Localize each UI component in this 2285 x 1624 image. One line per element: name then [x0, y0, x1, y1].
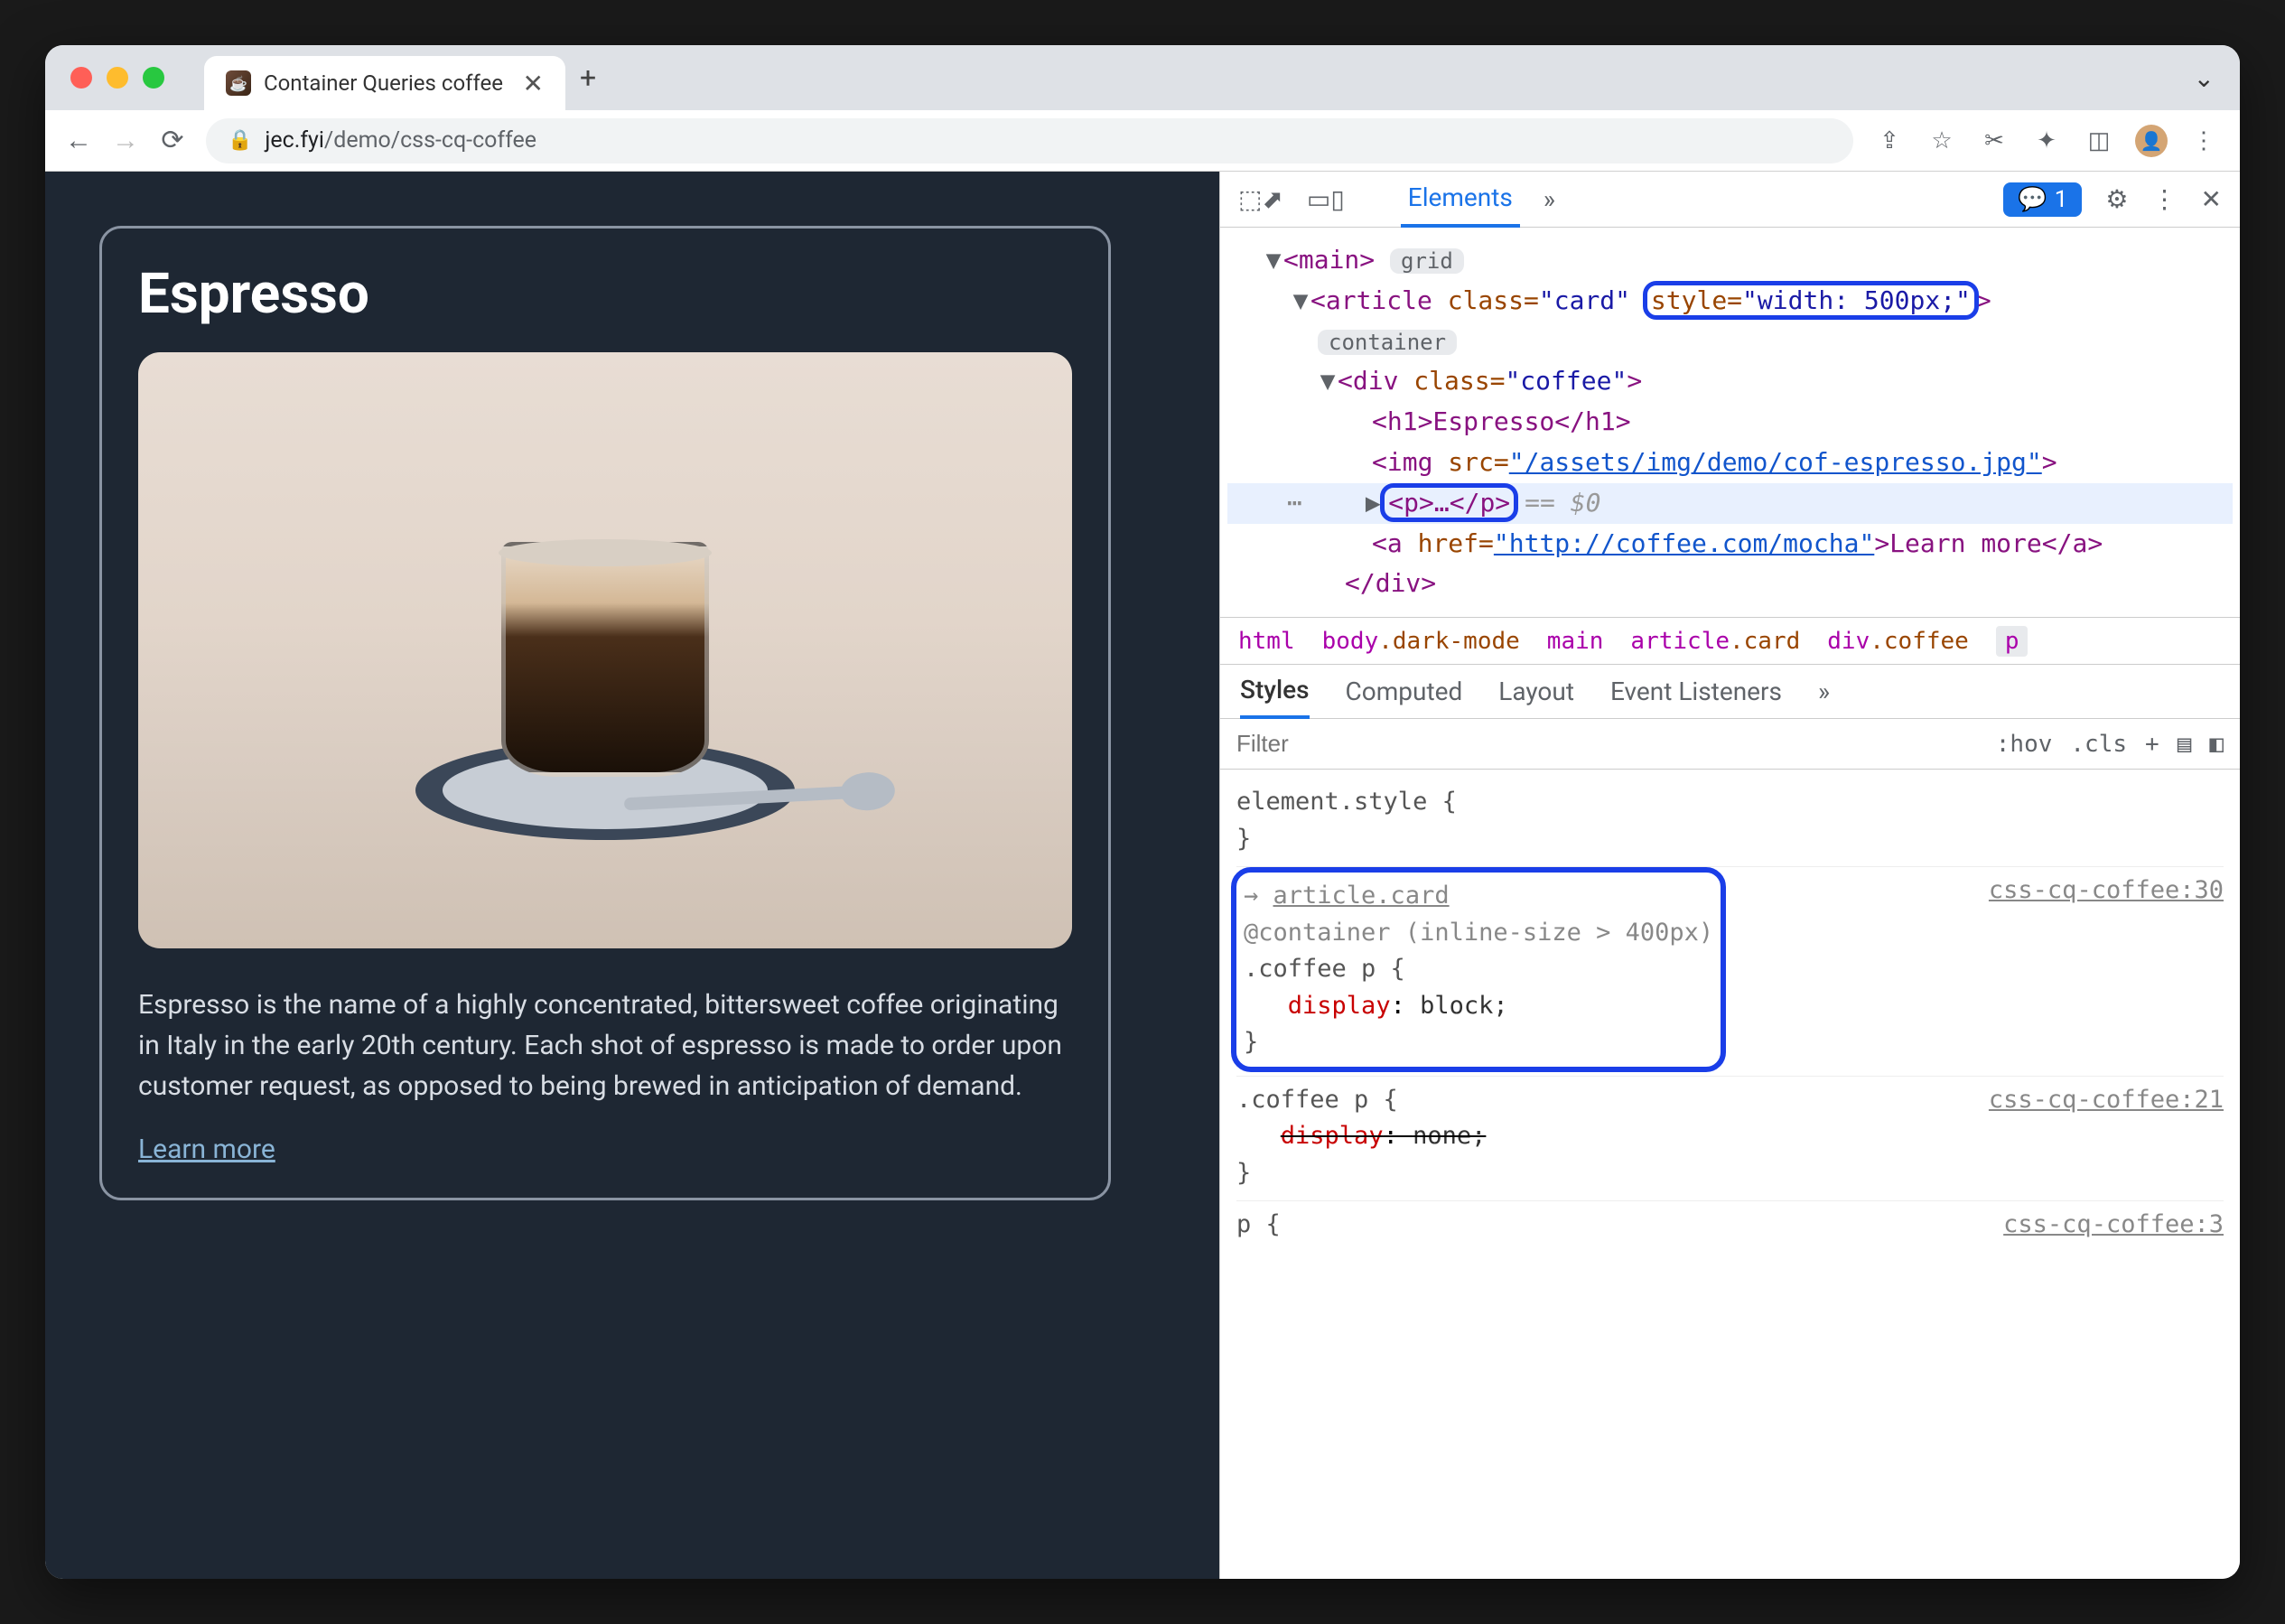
dom-div-close[interactable]: </div> [1345, 568, 1436, 598]
tab-elements[interactable]: Elements [1401, 172, 1520, 228]
rule-coffee-p[interactable]: css-cq-coffee:21 .coffee p { display: no… [1236, 1077, 2224, 1202]
dollar-zero-indicator: == $0 [1525, 488, 1600, 518]
tab-layout[interactable]: Layout [1498, 677, 1574, 706]
new-tab-button[interactable]: + [580, 61, 596, 95]
favicon-icon: ☕ [226, 70, 251, 96]
tab-styles[interactable]: Styles [1240, 665, 1310, 719]
grid-badge[interactable]: grid [1390, 248, 1464, 274]
rule-p[interactable]: css-cq-coffee:3 p { [1236, 1201, 2224, 1253]
close-window-button[interactable] [70, 67, 92, 89]
dom-selected-p[interactable]: ⋯ ▶<p>…</p>== $0 [1227, 483, 2233, 524]
titlebar: ☕ Container Queries coffee ✕ + ⌄ [45, 45, 2240, 110]
toggle-sidebar-icon[interactable]: ◧ [2209, 731, 2224, 758]
crumb-main[interactable]: main [1547, 628, 1604, 655]
maximize-window-button[interactable] [143, 67, 164, 89]
extensions-puzzle-icon[interactable]: ✦ [2030, 127, 2063, 154]
side-panel-icon[interactable]: ◫ [2083, 127, 2115, 154]
computed-sidebar-icon[interactable]: ▤ [2178, 731, 2192, 758]
url-domain: jec.fyi [265, 127, 324, 154]
rule-source-link[interactable]: css-cq-coffee:21 [1989, 1082, 2224, 1119]
dom-img[interactable]: <img [1372, 447, 1448, 477]
card-heading: Espresso [138, 261, 1072, 327]
scissors-icon[interactable]: ✂ [1978, 127, 2010, 154]
browser-tab[interactable]: ☕ Container Queries coffee ✕ [204, 56, 565, 110]
espresso-image [138, 352, 1072, 948]
styles-filter-bar: :hov .cls + ▤ ◧ [1220, 719, 2240, 770]
dom-article[interactable]: <article [1310, 285, 1448, 315]
crumb-div[interactable]: div.coffee [1827, 628, 1969, 655]
dom-div-coffee[interactable]: <div [1338, 366, 1413, 396]
window-menu-chevron-icon[interactable]: ⌄ [2194, 63, 2215, 93]
styles-pane[interactable]: element.style { } css-cq-coffee:30 → art… [1220, 770, 2240, 1579]
back-button[interactable]: ← [65, 125, 92, 156]
tab-title: Container Queries coffee [264, 70, 510, 96]
rule-source-link[interactable]: css-cq-coffee:3 [2003, 1207, 2224, 1244]
dom-h1[interactable]: <h1>Espresso</h1> [1372, 406, 1631, 436]
share-icon[interactable]: ⇪ [1873, 127, 1906, 154]
dom-anchor[interactable]: <a [1372, 528, 1418, 558]
lock-icon: 🔒 [228, 129, 252, 152]
devtools-menu-icon[interactable]: ⋮ [2152, 184, 2178, 214]
tab-event-listeners[interactable]: Event Listeners [1610, 677, 1782, 706]
devtools-toolbar: ⬚⬈ ▭▯ Elements » 💬 1 ⚙ ⋮ ✕ [1220, 172, 2240, 228]
more-style-tabs-icon[interactable]: » [1818, 677, 1830, 706]
settings-gear-icon[interactable]: ⚙ [2105, 184, 2128, 214]
crumb-p[interactable]: p [1996, 626, 2029, 657]
cls-toggle[interactable]: .cls [2070, 731, 2127, 758]
dom-main[interactable]: <main> [1283, 245, 1375, 275]
issues-badge[interactable]: 💬 1 [2003, 182, 2082, 217]
forward-button[interactable]: → [112, 125, 139, 156]
styles-tabs: Styles Computed Layout Event Listeners » [1220, 665, 2240, 719]
more-tabs-chevron-icon[interactable]: » [1544, 184, 1555, 214]
rule-container-query[interactable]: css-cq-coffee:30 → article.card @contain… [1236, 867, 2224, 1077]
hov-toggle[interactable]: :hov [1996, 731, 2053, 758]
reload-button[interactable]: ⟳ [159, 125, 186, 156]
new-rule-plus-icon[interactable]: + [2145, 731, 2159, 758]
traffic-lights [70, 67, 164, 89]
rule-element-style[interactable]: element.style { } [1236, 779, 2224, 867]
content-area: Espresso Espresso is the name of a highl… [45, 172, 2240, 1579]
minimize-window-button[interactable] [107, 67, 128, 89]
learn-more-link[interactable]: Learn more [138, 1134, 275, 1165]
crumb-article[interactable]: article.card [1630, 628, 1800, 655]
webpage-viewport[interactable]: Espresso Espresso is the name of a highl… [45, 172, 1219, 1579]
dom-tree[interactable]: ▼<main> grid ▼<article class="card" styl… [1220, 228, 2240, 618]
card-body-text: Espresso is the name of a highly concent… [138, 985, 1072, 1106]
styles-filter-input[interactable] [1236, 730, 1978, 758]
device-toolbar-icon[interactable]: ▭▯ [1307, 184, 1345, 214]
address-bar[interactable]: 🔒 jec.fyi/demo/css-cq-coffee [206, 118, 1853, 163]
crumb-body[interactable]: body.dark-mode [1322, 628, 1520, 655]
tab-computed[interactable]: Computed [1346, 677, 1463, 706]
close-devtools-button[interactable]: ✕ [2201, 184, 2222, 214]
rule-source-link[interactable]: css-cq-coffee:30 [1989, 873, 2224, 910]
inspect-element-icon[interactable]: ⬚⬈ [1238, 184, 1283, 214]
browser-window: ☕ Container Queries coffee ✕ + ⌄ ← → ⟳ 🔒… [45, 45, 2240, 1579]
crumb-html[interactable]: html [1238, 628, 1295, 655]
url-path: /demo/css-cq-coffee [324, 127, 536, 154]
coffee-card: Espresso Espresso is the name of a highl… [99, 226, 1111, 1200]
devtools-panel: ⬚⬈ ▭▯ Elements » 💬 1 ⚙ ⋮ ✕ ▼<main> grid … [1219, 172, 2240, 1579]
close-tab-button[interactable]: ✕ [523, 69, 544, 98]
bookmark-star-icon[interactable]: ☆ [1926, 127, 1958, 154]
breadcrumb[interactable]: html body.dark-mode main article.card di… [1220, 618, 2240, 665]
profile-avatar[interactable]: 👤 [2135, 125, 2168, 157]
container-badge[interactable]: container [1318, 330, 1457, 355]
browser-toolbar: ← → ⟳ 🔒 jec.fyi/demo/css-cq-coffee ⇪ ☆ ✂… [45, 110, 2240, 172]
kebab-menu-icon[interactable]: ⋮ [2187, 127, 2220, 154]
